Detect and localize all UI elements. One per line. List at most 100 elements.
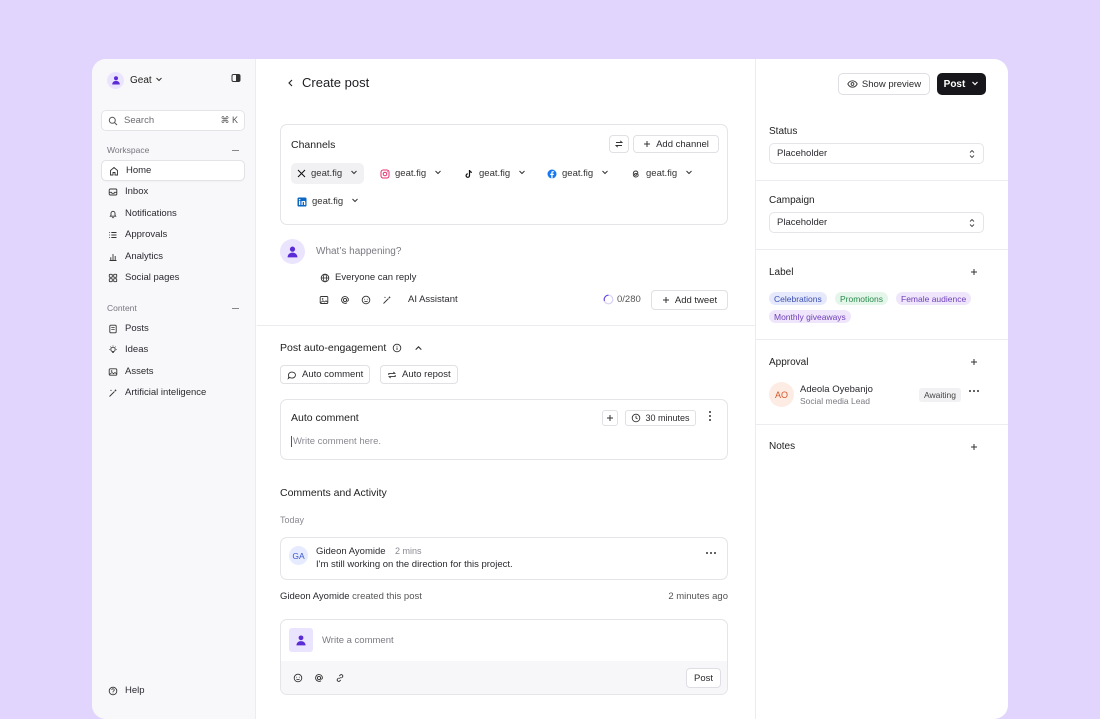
reply-setting[interactable]: Everyone can reply <box>320 272 416 283</box>
delay-selector[interactable]: 30 minutes <box>625 410 696 426</box>
chevron-updown-icon <box>968 218 976 228</box>
label-tag[interactable]: Monthly giveaways <box>769 310 851 323</box>
swap-channels-button[interactable] <box>609 135 629 153</box>
auto-comment-label: Auto comment <box>302 369 364 380</box>
label-tag[interactable]: Celebrations <box>769 292 827 305</box>
auto-repost-button[interactable]: Auto repost <box>380 365 458 384</box>
sidebar-item-label: Analytics <box>125 251 164 262</box>
activity-time: 2 minutes ago <box>668 591 728 602</box>
add-channel-button[interactable]: Add channel <box>633 135 719 153</box>
info-icon[interactable] <box>392 343 402 353</box>
sparkle-wand-icon <box>382 295 392 305</box>
link-icon[interactable] <box>335 673 345 683</box>
reply-setting-label: Everyone can reply <box>335 272 417 283</box>
sidebar-item-help[interactable]: Help <box>101 680 245 701</box>
sidebar-item-artificial-intelligence[interactable]: Artificial inteligence <box>101 382 245 403</box>
post-text-input[interactable]: What’s happening? <box>316 246 401 257</box>
status-select[interactable]: Placeholder <box>769 143 984 164</box>
user-avatar-icon <box>107 71 124 89</box>
grid-icon <box>108 273 118 283</box>
plus-icon <box>606 414 614 422</box>
sidebar-item-assets[interactable]: Assets <box>101 361 245 382</box>
sidebar-toggle-icon[interactable] <box>231 73 241 86</box>
workspace-switcher[interactable]: Geat <box>107 71 241 89</box>
comment-text: I'm still working on the direction for t… <box>316 559 513 570</box>
channel-chip-linkedin[interactable]: geat.fig <box>291 191 365 212</box>
sidebar-item-label: Help <box>125 685 145 696</box>
panel-divider <box>756 339 1008 340</box>
more-vertical-icon[interactable] <box>708 410 712 422</box>
comment-input[interactable]: Write a comment <box>322 635 394 646</box>
add-label-icon[interactable] <box>970 268 978 276</box>
channel-chip-facebook[interactable]: geat.fig <box>541 163 615 184</box>
search-shortcut: ⌘ K <box>220 115 238 125</box>
sidebar: Geat Search ⌘ K Workspace Home Inbox Not… <box>92 59 256 719</box>
sidebar-item-inbox[interactable]: Inbox <box>101 181 245 202</box>
image-icon[interactable] <box>319 295 329 305</box>
main-content: Channels Add channel geat.fig geat.fig g… <box>257 59 755 719</box>
status-badge: Awaiting <box>919 388 961 402</box>
delay-value: 30 minutes <box>645 413 690 423</box>
sidebar-item-notifications[interactable]: Notifications <box>101 203 245 224</box>
more-horizontal-icon[interactable] <box>968 389 980 393</box>
add-tweet-button[interactable]: Add tweet <box>651 290 728 310</box>
tiktok-logo-icon <box>464 169 474 179</box>
more-horizontal-icon[interactable] <box>705 551 717 555</box>
emoji-icon[interactable] <box>293 673 303 683</box>
sidebar-item-home[interactable]: Home <box>101 160 245 181</box>
status-value: Placeholder <box>777 148 828 159</box>
composer-avatar <box>280 239 305 264</box>
sidebar-item-analytics[interactable]: Analytics <box>101 246 245 267</box>
status-label: Status <box>769 126 798 137</box>
channel-chip-x[interactable]: geat.fig <box>291 163 365 184</box>
section-divider <box>257 325 755 326</box>
x-logo-icon <box>297 169 306 178</box>
emoji-icon[interactable] <box>361 295 371 305</box>
sidebar-item-label: Home <box>126 165 152 176</box>
label-tag[interactable]: Promotions <box>835 292 888 305</box>
at-mention-icon[interactable] <box>314 673 324 683</box>
auto-comment-button[interactable]: Auto comment <box>280 365 371 384</box>
sidebar-item-label: Ideas <box>125 344 149 355</box>
add-auto-comment-button[interactable] <box>602 410 618 426</box>
collapse-icon[interactable] <box>232 149 239 151</box>
chevron-up-icon[interactable] <box>414 344 423 353</box>
collapse-icon[interactable] <box>232 307 239 309</box>
post-comment-button[interactable]: Post <box>686 668 721 688</box>
sidebar-item-posts[interactable]: Posts <box>101 318 245 339</box>
comment-time: 2 mins <box>395 546 422 556</box>
add-approver-icon[interactable] <box>970 358 978 366</box>
comment-item: GA Gideon Ayomide 2 mins I'm still worki… <box>280 537 728 580</box>
channel-chip-threads[interactable]: geat.fig <box>625 163 699 184</box>
chevron-updown-icon <box>968 149 976 159</box>
campaign-value: Placeholder <box>777 217 828 228</box>
comment-toolbar: Post <box>281 661 727 694</box>
repost-icon <box>387 370 397 380</box>
chevron-down-icon <box>434 168 442 179</box>
channel-chip-instagram[interactable]: geat.fig <box>374 163 448 184</box>
at-mention-icon[interactable] <box>340 295 350 305</box>
comment-icon <box>287 370 297 380</box>
clock-icon <box>631 413 641 423</box>
search-placeholder: Search <box>124 115 155 126</box>
sidebar-item-approvals[interactable]: Approvals <box>101 224 245 245</box>
campaign-label: Campaign <box>769 195 815 206</box>
sidebar-item-ideas[interactable]: Ideas <box>101 339 245 360</box>
add-note-icon[interactable] <box>970 443 978 451</box>
ai-assistant-button[interactable]: AI Assistant <box>382 294 458 305</box>
activity-text: Gideon Ayomide created this post <box>280 591 422 602</box>
sidebar-item-social-pages[interactable]: Social pages <box>101 267 245 288</box>
content-section-title: Content <box>107 303 137 313</box>
search-input[interactable]: Search ⌘ K <box>101 110 245 131</box>
auto-comment-title: Auto comment <box>291 412 359 424</box>
auto-comment-input[interactable]: Write comment here. <box>291 436 381 447</box>
activity-action: created this post <box>349 591 422 602</box>
label-tag[interactable]: Female audience <box>896 292 972 305</box>
approver-role: Social media Lead <box>800 396 870 406</box>
composer-toolbar: AI Assistant <box>319 294 458 305</box>
channel-chip-tiktok[interactable]: geat.fig <box>458 163 532 184</box>
character-count: 0/280 <box>617 294 641 305</box>
campaign-select[interactable]: Placeholder <box>769 212 984 233</box>
commenter-name: Gideon Ayomide <box>316 546 386 557</box>
sidebar-item-label: Assets <box>125 366 154 377</box>
